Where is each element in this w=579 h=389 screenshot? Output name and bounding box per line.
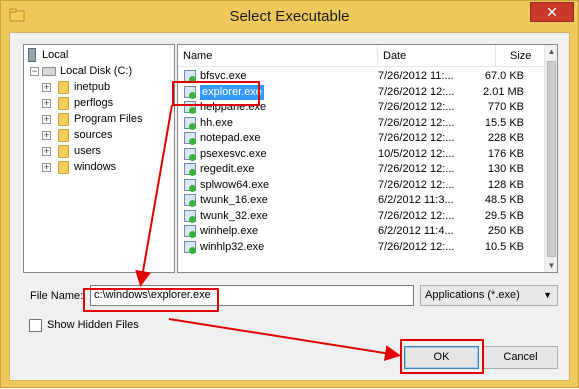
select-executable-dialog: Select Executable ✕ Local − Local Disk (… — [0, 0, 579, 388]
arrow-to-file-name — [135, 104, 173, 287]
arrow-to-ok-button — [168, 318, 401, 362]
annotation-arrows — [135, 104, 401, 362]
